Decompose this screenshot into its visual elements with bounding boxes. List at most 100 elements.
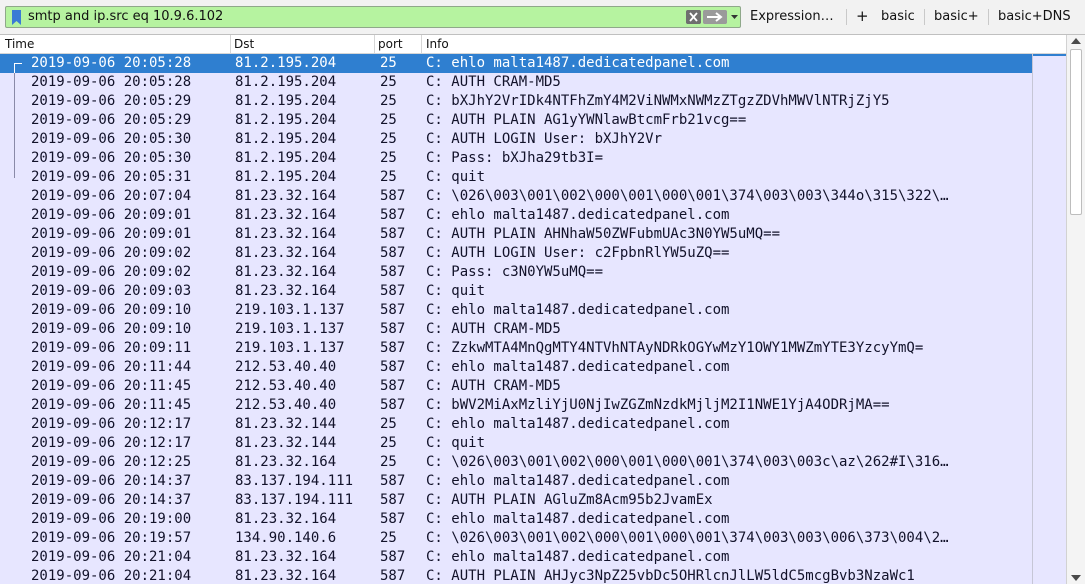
cell-port: 587 — [380, 321, 406, 337]
packet-row[interactable]: 2019-09-06 20:14:37 83.137.194.111 587 C: A… — [0, 491, 1032, 510]
cell-dst: 81.2.195.204 — [235, 112, 337, 128]
packet-row[interactable]: 2019-09-06 20:05:31 81.2.195.204 25 C: quit — [0, 168, 1032, 187]
cell-time: 2019-09-06 20:12:17 — [31, 435, 192, 451]
cell-info: C: quit — [426, 169, 486, 185]
cell-time: 2019-09-06 20:05:29 — [31, 112, 192, 128]
packet-row[interactable]: 2019-09-06 20:09:10 219.103.1.137 587 C: AU… — [0, 320, 1032, 339]
cell-time: 2019-09-06 20:21:04 — [31, 568, 192, 584]
apply-arrow-icon[interactable] — [703, 10, 727, 24]
cell-time: 2019-09-06 20:09:02 — [31, 264, 192, 280]
packet-row[interactable]: 2019-09-06 20:09:01 81.23.32.164 587 C: ehl… — [0, 206, 1032, 225]
cell-info: C: AUTH CRAM-MD5 — [426, 378, 561, 394]
cell-dst: 81.23.32.164 — [235, 454, 337, 470]
cell-info: C: \026\003\001\002\000\001\000\001\374\… — [426, 188, 949, 204]
cell-info: C: AUTH PLAIN AHNhaW50ZWFubmUAc3N0YW5uMQ… — [426, 226, 781, 242]
column-header-info[interactable]: Info — [426, 37, 449, 51]
vertical-scrollbar[interactable] — [1066, 35, 1085, 584]
cell-dst: 219.103.1.137 — [235, 302, 345, 318]
add-filter-button-icon[interactable]: + — [856, 7, 869, 25]
cell-dst: 81.2.195.204 — [235, 55, 337, 71]
cell-time: 2019-09-06 20:09:01 — [31, 226, 192, 242]
packet-row[interactable]: 2019-09-06 20:05:29 81.2.195.204 25 C: AUTH… — [0, 111, 1032, 130]
scrollbar-thumb[interactable] — [1070, 49, 1082, 215]
cell-dst: 81.2.195.204 — [235, 131, 337, 147]
packet-row[interactable]: 2019-09-06 20:11:45 212.53.40.40 587 C: bWV… — [0, 396, 1032, 415]
cell-info: C: ehlo malta1487.dedicatedpanel.com — [426, 549, 730, 565]
bookmark-icon[interactable] — [12, 10, 21, 25]
cell-info: C: quit — [426, 283, 486, 299]
chevron-down-icon[interactable] — [729, 10, 740, 24]
cell-info: C: \026\003\001\002\000\001\000\001\374\… — [426, 530, 949, 546]
packet-row[interactable]: 2019-09-06 20:19:57 134.90.140.6 25 C: \026… — [0, 529, 1032, 548]
packet-row[interactable]: 2019-09-06 20:12:17 81.23.32.144 25 C: ehlo… — [0, 415, 1032, 434]
packet-row[interactable]: 2019-09-06 20:07:04 81.23.32.164 587 C: \02… — [0, 187, 1032, 206]
filter-button-basic-plus[interactable]: basic+ — [934, 9, 979, 24]
packet-row[interactable]: 2019-09-06 20:05:29 81.2.195.204 25 C: bXJh… — [0, 92, 1032, 111]
scroll-down-arrow-icon[interactable] — [1071, 575, 1081, 581]
packet-row[interactable]: 2019-09-06 20:12:25 81.23.32.164 25 C: \026… — [0, 453, 1032, 472]
packet-row[interactable]: 2019-09-06 20:05:30 81.2.195.204 25 C: AUTH… — [0, 130, 1032, 149]
cell-time: 2019-09-06 20:19:00 — [31, 511, 192, 527]
column-header-port[interactable]: port — [378, 37, 403, 51]
minimap-selection-marker — [1033, 54, 1066, 56]
packet-row[interactable]: 2019-09-06 20:09:02 81.23.32.164 587 C: AUT… — [0, 244, 1032, 263]
cell-dst: 81.2.195.204 — [235, 169, 337, 185]
cell-port: 587 — [380, 549, 406, 565]
column-header-time[interactable]: Time — [5, 37, 34, 51]
packet-minimap[interactable] — [1032, 54, 1066, 584]
packet-row[interactable]: 2019-09-06 20:09:10 219.103.1.137 587 C: eh… — [0, 301, 1032, 320]
cell-time: 2019-09-06 20:09:02 — [31, 245, 192, 261]
toolbar-divider — [988, 9, 989, 25]
cell-port: 587 — [380, 511, 406, 527]
cell-dst: 81.23.32.164 — [235, 207, 337, 223]
clear-x-icon[interactable] — [686, 10, 701, 24]
cell-dst: 83.137.194.111 — [235, 473, 354, 489]
packet-row[interactable]: 2019-09-06 20:05:28 81.2.195.204 25 C: ehlo… — [0, 54, 1032, 73]
cell-info: C: ehlo malta1487.dedicatedpanel.com — [426, 359, 730, 375]
packet-row[interactable]: 2019-09-06 20:11:45 212.53.40.40 587 C: AUT… — [0, 377, 1032, 396]
packet-row[interactable]: 2019-09-06 20:11:44 212.53.40.40 587 C: ehl… — [0, 358, 1032, 377]
packet-row[interactable]: 2019-09-06 20:19:00 81.23.32.164 587 C: ehl… — [0, 510, 1032, 529]
column-divider[interactable] — [421, 35, 422, 54]
cell-port: 25 — [380, 150, 397, 166]
cell-info: C: bXJhY2VrIDk4NTFhZmY4M2ViNWMxNWMzZTgzZ… — [426, 93, 890, 109]
packet-row[interactable]: 2019-09-06 20:09:11 219.103.1.137 587 C: Zz… — [0, 339, 1032, 358]
column-header-dst[interactable]: Dst — [234, 37, 254, 51]
cell-dst: 219.103.1.137 — [235, 340, 345, 356]
cell-info: C: ehlo malta1487.dedicatedpanel.com — [426, 473, 730, 489]
conversation-bracket — [14, 63, 15, 73]
display-filter-input[interactable]: smtp and ip.src eq 10.9.6.102 — [5, 6, 741, 28]
packet-row[interactable]: 2019-09-06 20:09:03 81.23.32.164 587 C: qui… — [0, 282, 1032, 301]
cell-dst: 81.23.32.164 — [235, 226, 337, 242]
conversation-bracket — [14, 168, 15, 178]
packet-row[interactable]: 2019-09-06 20:09:01 81.23.32.164 587 C: AUT… — [0, 225, 1032, 244]
cell-time: 2019-09-06 20:14:37 — [31, 492, 192, 508]
packet-row[interactable]: 2019-09-06 20:05:28 81.2.195.204 25 C: AUTH… — [0, 73, 1032, 92]
cell-time: 2019-09-06 20:21:04 — [31, 549, 192, 565]
column-divider[interactable] — [230, 35, 231, 54]
cell-port: 25 — [380, 416, 397, 432]
cell-port: 587 — [380, 492, 406, 508]
display-filter-text[interactable]: smtp and ip.src eq 10.9.6.102 — [28, 9, 223, 24]
cell-port: 587 — [380, 568, 406, 584]
expression-button[interactable]: Expression… — [750, 9, 834, 24]
cell-info: C: AUTH LOGIN User: c2FpbnRlYW5uZQ== — [426, 245, 730, 261]
cell-port: 587 — [380, 473, 406, 489]
cell-dst: 81.23.32.144 — [235, 435, 337, 451]
scroll-up-arrow-icon[interactable] — [1071, 38, 1081, 44]
cell-time: 2019-09-06 20:19:57 — [31, 530, 192, 546]
packet-row[interactable]: 2019-09-06 20:09:02 81.23.32.164 587 C: Pas… — [0, 263, 1032, 282]
packet-row[interactable]: 2019-09-06 20:21:04 81.23.32.164 587 C: ehl… — [0, 548, 1032, 567]
conversation-bracket — [14, 73, 15, 92]
cell-dst: 81.23.32.164 — [235, 245, 337, 261]
packet-row[interactable]: 2019-09-06 20:12:17 81.23.32.144 25 C: quit — [0, 434, 1032, 453]
packet-row[interactable]: 2019-09-06 20:14:37 83.137.194.111 587 C: e… — [0, 472, 1032, 491]
column-divider[interactable] — [374, 35, 375, 54]
filter-button-basic-dns[interactable]: basic+DNS — [998, 9, 1071, 24]
filter-button-basic[interactable]: basic — [881, 9, 915, 24]
packet-row[interactable]: 2019-09-06 20:21:04 81.23.32.164 587 C: AUT… — [0, 567, 1032, 584]
cell-info: C: \026\003\001\002\000\001\000\001\374\… — [426, 454, 949, 470]
packet-row[interactable]: 2019-09-06 20:05:30 81.2.195.204 25 C: Pass… — [0, 149, 1032, 168]
cell-time: 2019-09-06 20:12:25 — [31, 454, 192, 470]
cell-port: 25 — [380, 530, 397, 546]
